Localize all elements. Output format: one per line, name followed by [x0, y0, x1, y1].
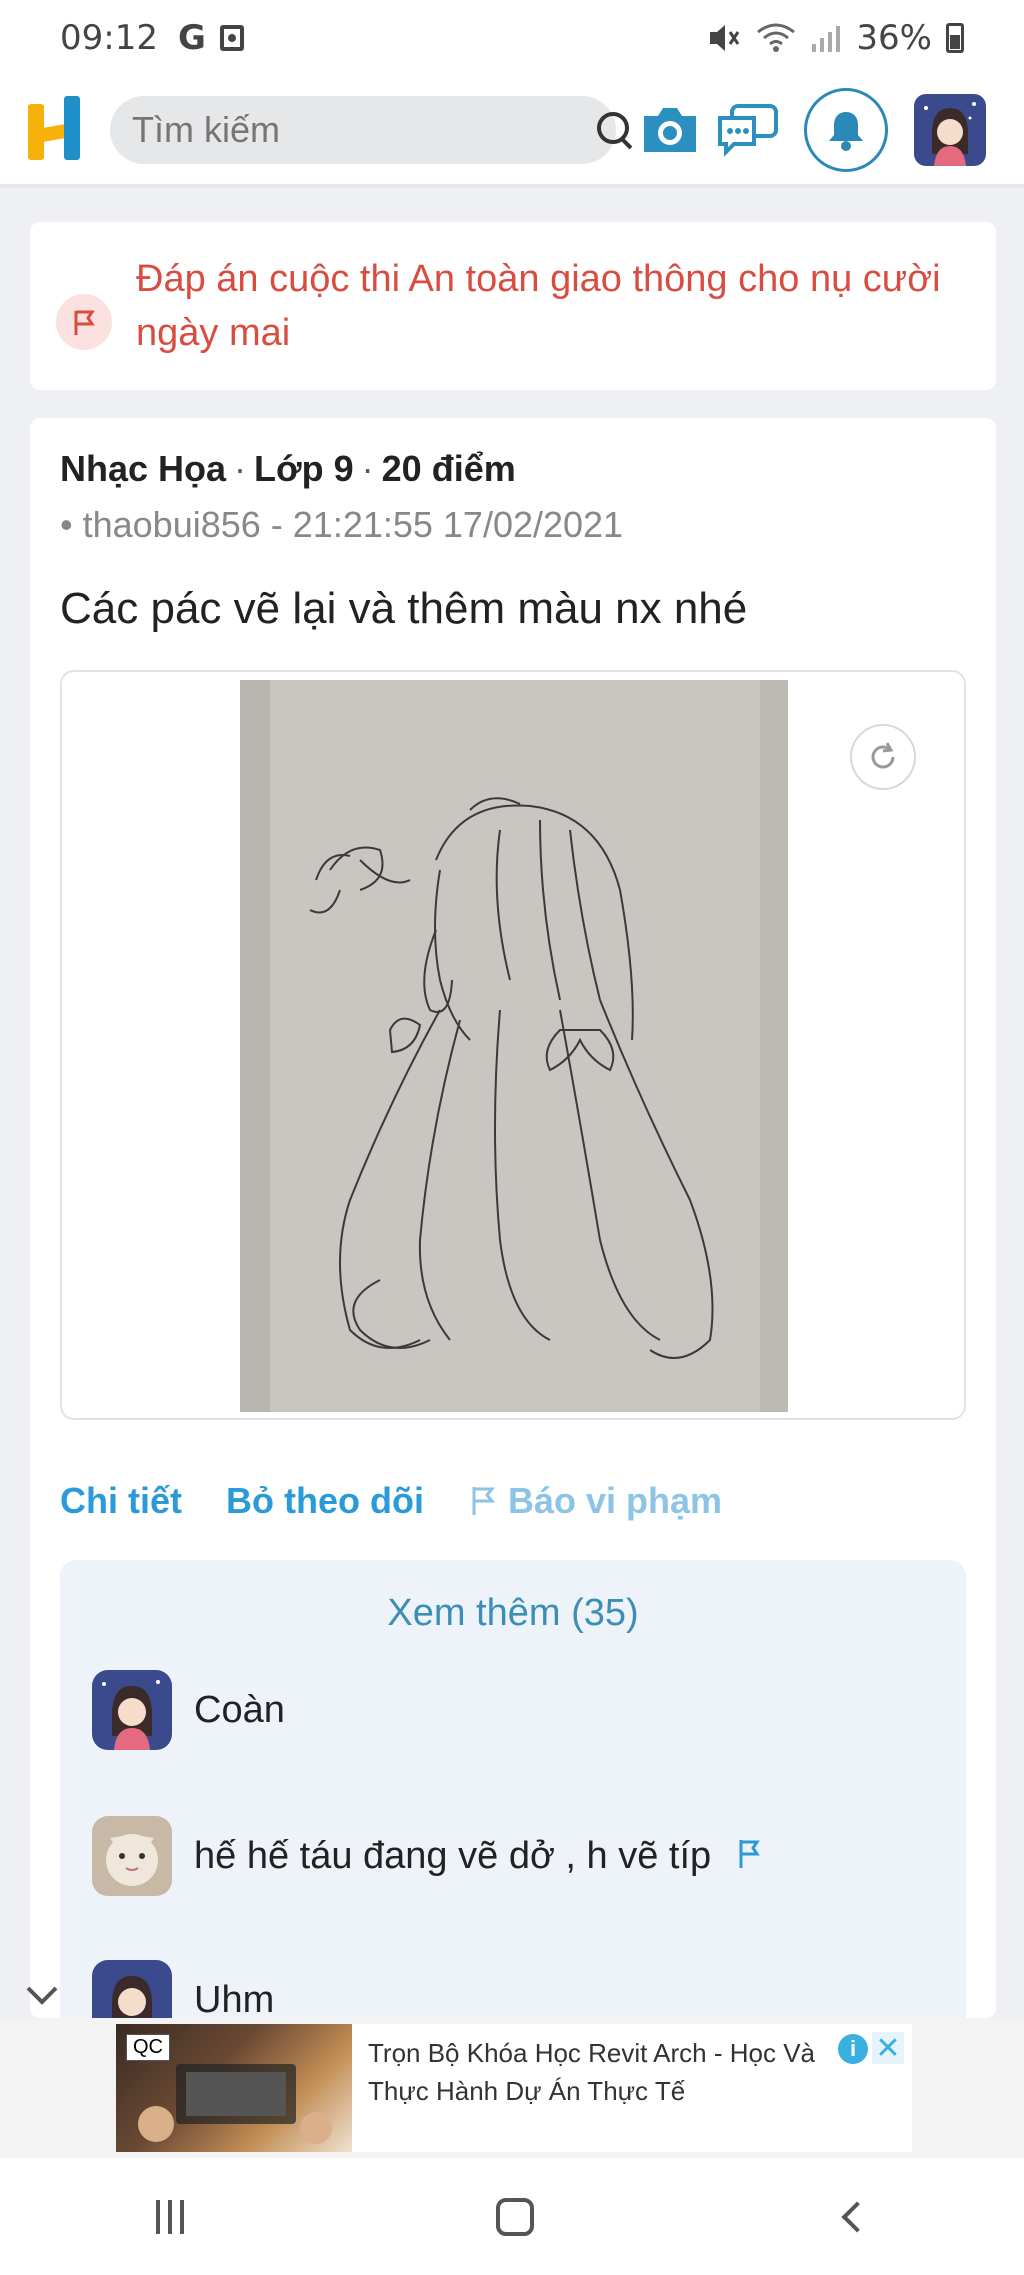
search-bar[interactable]	[110, 96, 629, 164]
report-label[interactable]: Báo vi phạm	[508, 1480, 722, 1522]
ad-info-icon[interactable]: i	[838, 2034, 868, 2064]
grade-label[interactable]: Lớp 9	[254, 448, 354, 489]
question-meta: Nhạc Họa · Lớp 9 · 20 điểm	[60, 448, 516, 489]
subject-label[interactable]: Nhạc Họa	[60, 448, 226, 489]
battery-percent: 36%	[856, 18, 932, 58]
ad-content[interactable]: QC Trọn Bộ Khóa Học Revit Arch - Học Và …	[116, 2024, 912, 2152]
status-time: 09:12	[60, 18, 158, 58]
comment-item: Coàn	[92, 1670, 285, 1750]
wifi-icon	[757, 23, 796, 52]
commenter-avatar[interactable]	[92, 1816, 172, 1896]
collapse-ad-chevron-icon[interactable]	[22, 1980, 62, 2015]
question-card: Nhạc Họa · Lớp 9 · 20 điểm • thaobui856 - 21…	[30, 418, 996, 2040]
question-image-frame	[60, 670, 966, 1420]
mute-icon	[710, 25, 740, 51]
unfollow-link[interactable]: Bỏ theo dõi	[226, 1480, 424, 1522]
ad-close-icon[interactable]: ✕	[872, 2032, 904, 2065]
home-button[interactable]	[496, 2197, 534, 2236]
comment-text: Coàn	[194, 1688, 285, 1731]
report-flag-icon[interactable]	[735, 1838, 763, 1875]
signal-icon	[812, 26, 841, 52]
see-more-comments[interactable]: Xem thêm (35)	[60, 1592, 966, 1635]
comment-text: Uhm	[194, 1978, 275, 2021]
user-avatar[interactable]	[914, 94, 986, 166]
google-icon: G	[177, 18, 206, 58]
flag-icon	[56, 294, 112, 350]
report-link[interactable]: Báo vi phạm	[468, 1480, 722, 1522]
app-header	[0, 76, 1024, 188]
back-button[interactable]	[841, 2200, 873, 2233]
ad-thumbnail[interactable]: QC	[116, 2024, 352, 2152]
notification-bell-icon[interactable]	[804, 88, 888, 172]
author-byline[interactable]: • thaobui856 - 21:21:55 17/02/2021	[60, 504, 966, 546]
comment-text: hế hế táu đang vẽ dở , h vẽ típ	[194, 1834, 712, 1877]
screenshot-notification-icon	[219, 25, 244, 51]
hoc24-logo[interactable]	[26, 96, 86, 164]
status-bar: 09:12 G 36%	[0, 0, 1024, 76]
commenter-avatar[interactable]	[92, 1670, 172, 1750]
ad-banner: QC Trọn Bộ Khóa Học Revit Arch - Học Và …	[0, 1986, 1024, 2158]
rotate-image-icon[interactable]	[850, 724, 916, 790]
question-text: Các pác vẽ lại và thêm màu nx nhé	[60, 584, 748, 633]
comment-item: hế hế táu đang vẽ dở , h vẽ típ	[92, 1816, 763, 1896]
system-nav-bar	[0, 2158, 1024, 2275]
announcement-text[interactable]: Đáp án cuộc thi An toàn giao thông cho n…	[136, 252, 966, 390]
recents-button[interactable]	[156, 2199, 184, 2234]
camera-icon[interactable]	[638, 104, 702, 156]
search-input[interactable]	[132, 109, 597, 151]
report-flag-icon	[472, 1487, 496, 1515]
announcement-card[interactable]: Đáp án cuộc thi An toàn giao thông cho n…	[30, 222, 996, 390]
post-actions: Chi tiết Bỏ theo dõi Báo vi phạm	[60, 1480, 966, 1522]
chat-icon[interactable]	[716, 102, 780, 158]
battery-icon	[946, 23, 964, 53]
detail-link[interactable]: Chi tiết	[60, 1480, 182, 1522]
comments-panel: Xem thêm (35) Coàn hế hế táu đang vẽ dở …	[60, 1560, 966, 2040]
ad-title[interactable]: Trọn Bộ Khóa Học Revit Arch - Học Và Thự…	[352, 2024, 852, 2152]
points-label: 20 điểm	[381, 448, 516, 489]
question-drawing-image[interactable]	[240, 680, 788, 1412]
